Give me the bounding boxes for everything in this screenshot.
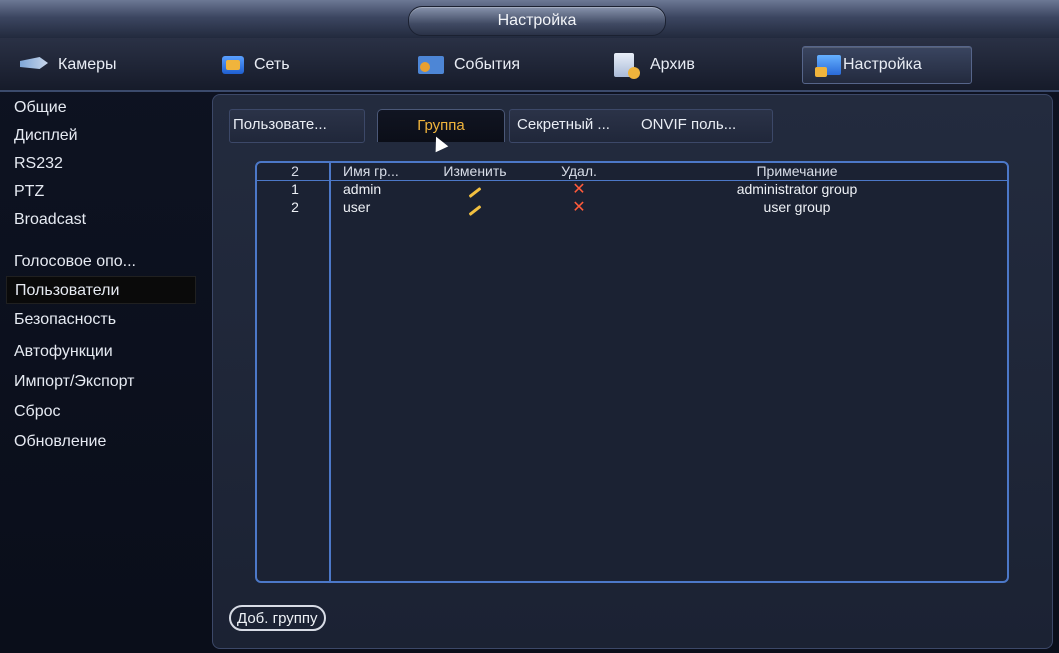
row-number: 1 xyxy=(291,181,299,197)
tab-archive-label: Архив xyxy=(650,56,695,73)
settings-sidebar: Общие Дисплей RS232 PTZ Broadcast Голосо… xyxy=(6,94,198,649)
sidebar-item-autofunctions[interactable]: Автофункции xyxy=(6,338,196,366)
header-group-name[interactable]: Имя гр... xyxy=(343,163,413,180)
window-title: Настройка xyxy=(408,6,666,36)
top-navigation: Камеры Сеть События Архив Настройка xyxy=(0,38,1059,92)
sidebar-item-rs232[interactable]: RS232 xyxy=(6,150,196,178)
tab-settings-label: Настройка xyxy=(843,56,922,73)
sidebar-item-display[interactable]: Дисплей xyxy=(6,122,196,150)
header-delete: Удал. xyxy=(561,163,597,179)
row-note: user group xyxy=(763,199,831,215)
delete-button[interactable]: ✕ xyxy=(553,199,605,216)
sidebar-item-broadcast[interactable]: Broadcast xyxy=(6,206,196,234)
settings-panel: Пользовате... Группа Секретный ... ONVIF… xyxy=(212,94,1053,649)
network-icon xyxy=(222,56,244,74)
header-note: Примечание xyxy=(756,163,838,179)
sidebar-item-security[interactable]: Безопасность xyxy=(6,306,196,334)
sidebar-item-update[interactable]: Обновление xyxy=(6,428,196,456)
edit-button[interactable] xyxy=(435,181,515,198)
camera-icon xyxy=(20,57,48,69)
app-window: Настройка Камеры Сеть События Архив Наст… xyxy=(0,0,1059,653)
header-count: 2 xyxy=(291,163,299,179)
edit-button[interactable] xyxy=(435,199,515,216)
title-bar: Настройка xyxy=(0,0,1059,39)
tab-network[interactable]: Сеть xyxy=(222,46,352,84)
settings-icon xyxy=(815,55,841,77)
tab-events-label: События xyxy=(454,56,521,73)
row-note: administrator group xyxy=(736,181,858,197)
group-table: 2 Имя гр... Изменить Удал. Примечание 1 … xyxy=(255,161,1009,583)
subtab-users[interactable]: Пользовате... xyxy=(233,109,361,141)
tab-events[interactable]: События xyxy=(418,46,558,84)
pencil-icon xyxy=(468,187,482,198)
tab-network-label: Сеть xyxy=(254,56,290,73)
table-divider-vertical xyxy=(329,163,331,581)
tab-settings[interactable]: Настройка xyxy=(802,46,972,84)
sidebar-item-ptz[interactable]: PTZ xyxy=(6,178,196,206)
sidebar-item-voice[interactable]: Голосовое опо... xyxy=(6,248,196,276)
sidebar-item-users[interactable]: Пользователи xyxy=(6,276,196,304)
delete-icon: ✕ xyxy=(572,181,586,198)
sidebar-item-general[interactable]: Общие xyxy=(6,94,196,122)
subtab-secret[interactable]: Секретный ... xyxy=(517,109,635,141)
sidebar-item-import-export[interactable]: Импорт/Экспорт xyxy=(6,368,196,396)
delete-button[interactable]: ✕ xyxy=(553,181,605,198)
archive-icon xyxy=(614,53,640,79)
add-group-button[interactable]: Доб. группу xyxy=(229,605,326,631)
row-group-name: user xyxy=(343,199,371,215)
row-group-name: admin xyxy=(343,181,382,197)
header-edit: Изменить xyxy=(443,163,507,179)
sidebar-item-reset[interactable]: Сброс xyxy=(6,398,196,426)
row-number: 2 xyxy=(291,199,299,215)
tab-cameras[interactable]: Камеры xyxy=(20,46,180,84)
subtab-onvif[interactable]: ONVIF поль... xyxy=(641,109,769,141)
pencil-icon xyxy=(468,205,482,216)
tab-archive[interactable]: Архив xyxy=(614,46,744,84)
events-icon xyxy=(418,56,444,74)
tab-cameras-label: Камеры xyxy=(58,56,117,73)
delete-icon: ✕ xyxy=(572,199,586,216)
